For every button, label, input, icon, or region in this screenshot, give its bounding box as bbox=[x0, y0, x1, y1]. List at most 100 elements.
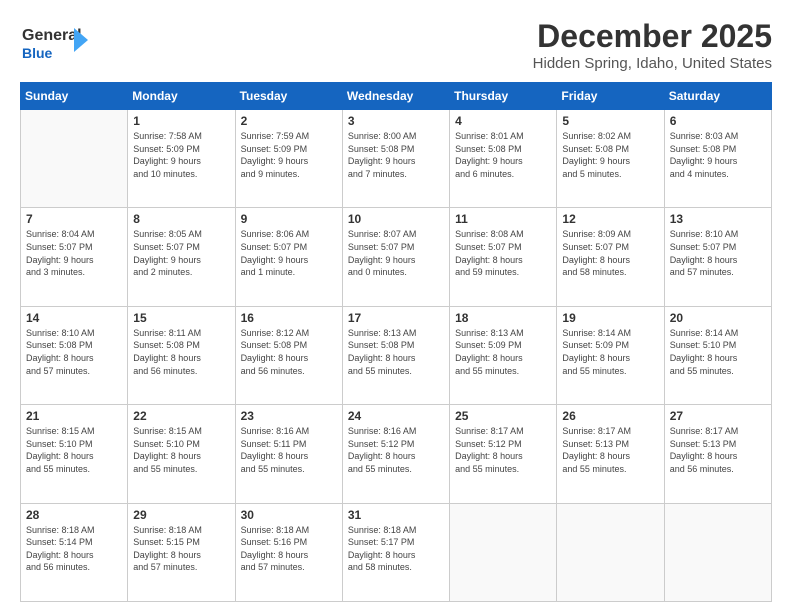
table-row: 22 Sunrise: 8:15 AM Sunset: 5:10 PM Dayli… bbox=[128, 405, 235, 503]
day-number: 30 bbox=[241, 508, 337, 522]
day-number: 23 bbox=[241, 409, 337, 423]
table-row: 6Sunrise: 8:03 AM Sunset: 5:08 PM Daylig… bbox=[664, 110, 771, 208]
table-row: 24 Sunrise: 8:16 AM Sunset: 5:12 PM Dayli… bbox=[342, 405, 449, 503]
day-number: 6 bbox=[670, 114, 766, 128]
title-area: December 2025 Hidden Spring, Idaho, Unit… bbox=[533, 18, 772, 72]
day-number: 14 bbox=[26, 311, 122, 325]
table-row: 31 Sunrise: 8:18 AM Sunset: 5:17 PM Dayli… bbox=[342, 503, 449, 601]
day-number: 3 bbox=[348, 114, 444, 128]
day-info: Sunrise: 8:15 AM Sunset: 5:10 PM Dayligh… bbox=[133, 425, 229, 475]
table-row: 20Sunrise: 8:14 AM Sunset: 5:10 PM Dayli… bbox=[664, 306, 771, 404]
main-title: December 2025 bbox=[533, 18, 772, 55]
day-number: 28 bbox=[26, 508, 122, 522]
table-row: 30 Sunrise: 8:18 AM Sunset: 5:16 PM Dayli… bbox=[235, 503, 342, 601]
table-row: 13 Sunrise: 8:10 AM Sunset: 5:07 PM Dayli… bbox=[664, 208, 771, 306]
header: General Blue December 2025 Hidden Spring… bbox=[20, 18, 772, 72]
table-row bbox=[557, 503, 664, 601]
day-info: Sunrise: 8:04 AM Sunset: 5:07 PM Dayligh… bbox=[26, 228, 122, 278]
svg-text:General: General bbox=[22, 27, 82, 44]
table-row: 27 Sunrise: 8:17 AM Sunset: 5:13 PM Dayli… bbox=[664, 405, 771, 503]
day-info: Sunrise: 8:12 AM Sunset: 5:08 PM Dayligh… bbox=[241, 327, 337, 377]
day-info: Sunrise: 8:18 AM Sunset: 5:16 PM Dayligh… bbox=[241, 524, 337, 574]
day-info: Sunrise: 8:05 AM Sunset: 5:07 PM Dayligh… bbox=[133, 228, 229, 278]
calendar-week-row: 7 Sunrise: 8:04 AM Sunset: 5:07 PM Daylig… bbox=[21, 208, 772, 306]
table-row: 12 Sunrise: 8:09 AM Sunset: 5:07 PM Dayli… bbox=[557, 208, 664, 306]
table-row: 9Sunrise: 8:06 AM Sunset: 5:07 PM Daylig… bbox=[235, 208, 342, 306]
calendar-week-row: 1 Sunrise: 7:58 AM Sunset: 5:09 PM Daylig… bbox=[21, 110, 772, 208]
day-info: Sunrise: 7:59 AM Sunset: 5:09 PM Dayligh… bbox=[241, 130, 337, 180]
day-info: Sunrise: 8:08 AM Sunset: 5:07 PM Dayligh… bbox=[455, 228, 551, 278]
calendar-week-row: 21Sunrise: 8:15 AM Sunset: 5:10 PM Dayli… bbox=[21, 405, 772, 503]
day-number: 18 bbox=[455, 311, 551, 325]
table-row: 7 Sunrise: 8:04 AM Sunset: 5:07 PM Daylig… bbox=[21, 208, 128, 306]
col-monday: Monday bbox=[128, 83, 235, 110]
table-row: 10 Sunrise: 8:07 AM Sunset: 5:07 PM Dayli… bbox=[342, 208, 449, 306]
table-row: 23 Sunrise: 8:16 AM Sunset: 5:11 PM Dayli… bbox=[235, 405, 342, 503]
day-number: 24 bbox=[348, 409, 444, 423]
table-row: 15 Sunrise: 8:11 AM Sunset: 5:08 PM Dayli… bbox=[128, 306, 235, 404]
page: General Blue December 2025 Hidden Spring… bbox=[0, 0, 792, 612]
day-number: 27 bbox=[670, 409, 766, 423]
col-thursday: Thursday bbox=[450, 83, 557, 110]
day-number: 15 bbox=[133, 311, 229, 325]
col-saturday: Saturday bbox=[664, 83, 771, 110]
calendar-week-row: 28 Sunrise: 8:18 AM Sunset: 5:14 PM Dayli… bbox=[21, 503, 772, 601]
day-info: Sunrise: 8:01 AM Sunset: 5:08 PM Dayligh… bbox=[455, 130, 551, 180]
logo-icon: General Blue bbox=[20, 18, 88, 66]
table-row: 1 Sunrise: 7:58 AM Sunset: 5:09 PM Daylig… bbox=[128, 110, 235, 208]
day-info: Sunrise: 8:18 AM Sunset: 5:14 PM Dayligh… bbox=[26, 524, 122, 574]
table-row: 26 Sunrise: 8:17 AM Sunset: 5:13 PM Dayli… bbox=[557, 405, 664, 503]
day-number: 29 bbox=[133, 508, 229, 522]
day-number: 19 bbox=[562, 311, 658, 325]
table-row: 14Sunrise: 8:10 AM Sunset: 5:08 PM Dayli… bbox=[21, 306, 128, 404]
calendar-table: Sunday Monday Tuesday Wednesday Thursday… bbox=[20, 82, 772, 602]
table-row: 21Sunrise: 8:15 AM Sunset: 5:10 PM Dayli… bbox=[21, 405, 128, 503]
day-info: Sunrise: 8:07 AM Sunset: 5:07 PM Dayligh… bbox=[348, 228, 444, 278]
day-info: Sunrise: 8:18 AM Sunset: 5:17 PM Dayligh… bbox=[348, 524, 444, 574]
day-number: 10 bbox=[348, 212, 444, 226]
day-info: Sunrise: 8:10 AM Sunset: 5:07 PM Dayligh… bbox=[670, 228, 766, 278]
day-number: 31 bbox=[348, 508, 444, 522]
day-number: 12 bbox=[562, 212, 658, 226]
day-number: 8 bbox=[133, 212, 229, 226]
table-row: 16Sunrise: 8:12 AM Sunset: 5:08 PM Dayli… bbox=[235, 306, 342, 404]
day-number: 26 bbox=[562, 409, 658, 423]
day-info: Sunrise: 8:13 AM Sunset: 5:08 PM Dayligh… bbox=[348, 327, 444, 377]
table-row: 17Sunrise: 8:13 AM Sunset: 5:08 PM Dayli… bbox=[342, 306, 449, 404]
table-row bbox=[21, 110, 128, 208]
day-number: 2 bbox=[241, 114, 337, 128]
day-info: Sunrise: 8:14 AM Sunset: 5:09 PM Dayligh… bbox=[562, 327, 658, 377]
table-row: 4 Sunrise: 8:01 AM Sunset: 5:08 PM Daylig… bbox=[450, 110, 557, 208]
day-info: Sunrise: 8:17 AM Sunset: 5:12 PM Dayligh… bbox=[455, 425, 551, 475]
day-number: 4 bbox=[455, 114, 551, 128]
calendar-week-row: 14Sunrise: 8:10 AM Sunset: 5:08 PM Dayli… bbox=[21, 306, 772, 404]
table-row: 5Sunrise: 8:02 AM Sunset: 5:08 PM Daylig… bbox=[557, 110, 664, 208]
table-row: 25 Sunrise: 8:17 AM Sunset: 5:12 PM Dayli… bbox=[450, 405, 557, 503]
table-row: 19 Sunrise: 8:14 AM Sunset: 5:09 PM Dayli… bbox=[557, 306, 664, 404]
day-number: 1 bbox=[133, 114, 229, 128]
table-row: 11Sunrise: 8:08 AM Sunset: 5:07 PM Dayli… bbox=[450, 208, 557, 306]
day-info: Sunrise: 8:14 AM Sunset: 5:10 PM Dayligh… bbox=[670, 327, 766, 377]
day-number: 5 bbox=[562, 114, 658, 128]
day-info: Sunrise: 8:16 AM Sunset: 5:11 PM Dayligh… bbox=[241, 425, 337, 475]
day-number: 9 bbox=[241, 212, 337, 226]
day-info: Sunrise: 8:18 AM Sunset: 5:15 PM Dayligh… bbox=[133, 524, 229, 574]
table-row: 28 Sunrise: 8:18 AM Sunset: 5:14 PM Dayli… bbox=[21, 503, 128, 601]
day-info: Sunrise: 8:17 AM Sunset: 5:13 PM Dayligh… bbox=[670, 425, 766, 475]
day-number: 22 bbox=[133, 409, 229, 423]
day-info: Sunrise: 8:11 AM Sunset: 5:08 PM Dayligh… bbox=[133, 327, 229, 377]
day-info: Sunrise: 8:00 AM Sunset: 5:08 PM Dayligh… bbox=[348, 130, 444, 180]
table-row: 8 Sunrise: 8:05 AM Sunset: 5:07 PM Daylig… bbox=[128, 208, 235, 306]
day-info: Sunrise: 8:17 AM Sunset: 5:13 PM Dayligh… bbox=[562, 425, 658, 475]
svg-text:Blue: Blue bbox=[22, 45, 53, 61]
day-info: Sunrise: 8:16 AM Sunset: 5:12 PM Dayligh… bbox=[348, 425, 444, 475]
logo: General Blue bbox=[20, 18, 88, 66]
day-number: 13 bbox=[670, 212, 766, 226]
day-number: 7 bbox=[26, 212, 122, 226]
day-info: Sunrise: 8:09 AM Sunset: 5:07 PM Dayligh… bbox=[562, 228, 658, 278]
day-info: Sunrise: 8:15 AM Sunset: 5:10 PM Dayligh… bbox=[26, 425, 122, 475]
day-number: 25 bbox=[455, 409, 551, 423]
day-info: Sunrise: 7:58 AM Sunset: 5:09 PM Dayligh… bbox=[133, 130, 229, 180]
col-sunday: Sunday bbox=[21, 83, 128, 110]
col-friday: Friday bbox=[557, 83, 664, 110]
